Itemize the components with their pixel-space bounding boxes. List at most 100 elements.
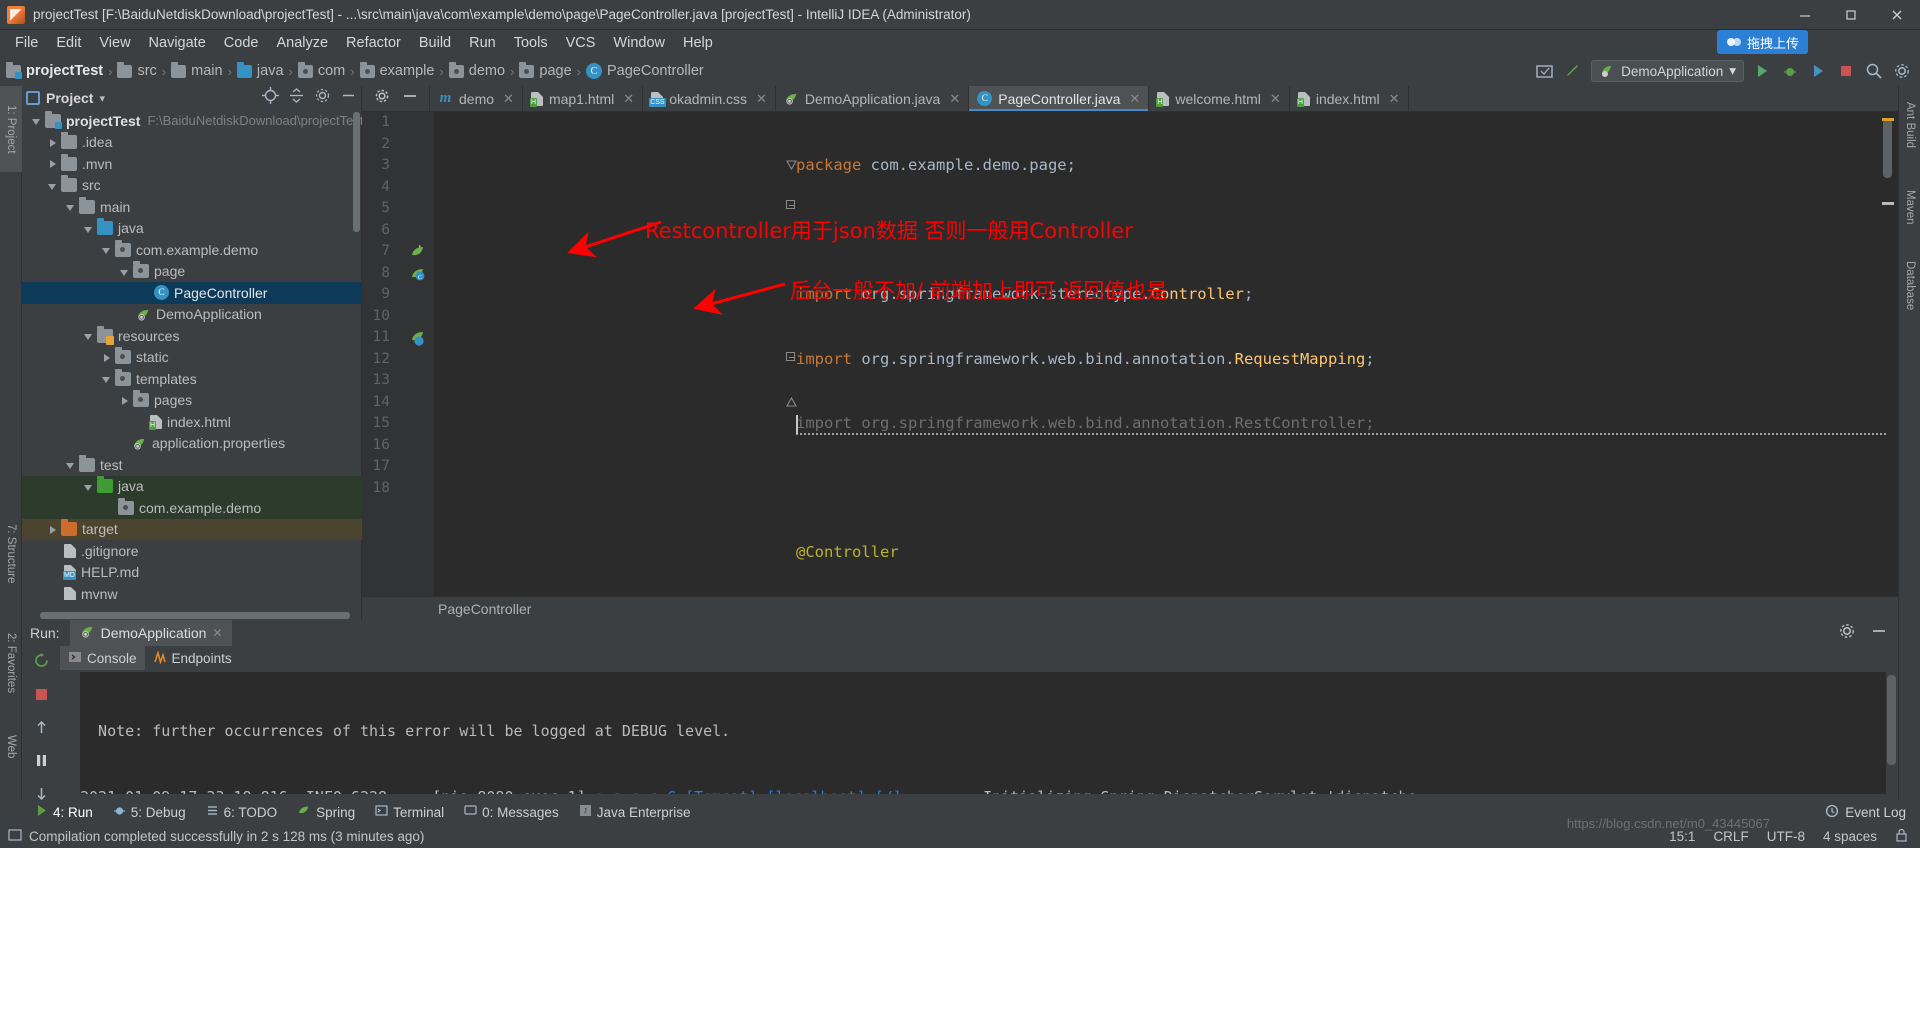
maximize-button[interactable] (1828, 0, 1874, 30)
tree-row-PageController[interactable]: C PageController (22, 282, 362, 304)
settings-pencil-icon[interactable] (1563, 61, 1583, 81)
event-log-button[interactable]: Event Log (1825, 804, 1920, 821)
tool-window-maven[interactable]: Maven (1899, 176, 1920, 238)
fold-icon-imports-end[interactable] (786, 200, 796, 210)
pause-icon[interactable] (34, 753, 49, 773)
editor-tab-PageController-java[interactable]: C PageController.java ✕ (969, 86, 1150, 111)
editor-tab-welcome-html[interactable]: H welcome.html ✕ (1149, 86, 1290, 111)
fold-icon-method[interactable] (786, 352, 796, 362)
chevron-down-icon[interactable] (82, 222, 95, 235)
project-tree[interactable]: projectTest F:\BaiduNetdiskDownload\proj… (22, 110, 362, 600)
spring-mvc-gutter-icon[interactable] (410, 331, 426, 347)
console-vertical-scrollbar[interactable] (1887, 675, 1896, 765)
chevron-down-icon[interactable] (100, 372, 113, 385)
tree-row-projectTest[interactable]: projectTest F:\BaiduNetdiskDownload\proj… (22, 110, 362, 132)
breadcrumb-projectTest[interactable]: projectTest › (6, 61, 117, 79)
fold-icon-method-end[interactable] (786, 394, 797, 407)
chevron-down-icon[interactable] (118, 265, 131, 278)
close-icon[interactable]: ✕ (949, 91, 960, 107)
editor-tab-index-html[interactable]: H index.html ✕ (1290, 86, 1409, 111)
close-icon[interactable]: ✕ (503, 91, 514, 107)
tree-row-templates[interactable]: templates (22, 368, 362, 390)
chevron-right-icon[interactable] (46, 136, 59, 149)
tree-row-index-html[interactable]: H index.html (22, 411, 362, 433)
tool-window-ant-build[interactable]: Ant Build (1899, 86, 1920, 164)
tree-row-main[interactable]: main (22, 196, 362, 218)
chevron-down-icon[interactable] (82, 480, 95, 493)
menu-help[interactable]: Help (674, 33, 722, 53)
close-button[interactable] (1874, 0, 1920, 30)
tree-row-src[interactable]: src (22, 175, 362, 197)
stop-button[interactable] (1836, 61, 1856, 81)
tree-row-mvnw[interactable]: mvnw (22, 583, 362, 600)
menu-run[interactable]: Run (460, 33, 505, 53)
scroll-up-icon[interactable] (34, 720, 49, 740)
tree-row-test[interactable]: test (22, 454, 362, 476)
hide-panel-icon[interactable] (1870, 622, 1888, 645)
tree-row-application-properties[interactable]: application.properties (22, 433, 362, 455)
project-tree-horizontal-scrollbar[interactable] (40, 612, 350, 619)
hide-panel-icon[interactable] (340, 87, 357, 109)
locate-file-icon[interactable] (262, 87, 279, 109)
stop-icon[interactable] (34, 687, 49, 707)
chevron-down-icon[interactable] (46, 179, 59, 192)
rerun-icon[interactable] (33, 652, 50, 674)
menu-code[interactable]: Code (215, 33, 268, 53)
debug-button[interactable] (1780, 61, 1800, 81)
editor-vertical-scrollbar[interactable] (1883, 118, 1892, 178)
settings-gear-icon[interactable] (314, 87, 331, 109)
select-opened-file-icon[interactable] (1535, 61, 1555, 81)
tree-row-java-test[interactable]: java (22, 475, 362, 497)
upload-badge[interactable]: 拖拽上传 (1716, 30, 1808, 54)
settings-gear-icon[interactable] (1892, 61, 1912, 81)
spring-bean-gutter-icon[interactable]: C (410, 266, 426, 282)
error-stripe-mark[interactable] (1882, 118, 1894, 121)
menu-window[interactable]: Window (604, 33, 674, 53)
tree-row-mvn[interactable]: .mvn (22, 153, 362, 175)
close-icon[interactable]: ✕ (1129, 91, 1140, 107)
bottom-tab-terminal[interactable]: Terminal (366, 800, 453, 824)
close-icon[interactable]: ✕ (623, 91, 634, 107)
close-icon[interactable]: ✕ (212, 626, 222, 640)
chevron-down-icon[interactable] (30, 114, 43, 127)
editor-fold-column[interactable] (786, 112, 797, 596)
menu-vcs[interactable]: VCS (557, 33, 605, 53)
error-stripe-mark[interactable] (1882, 202, 1894, 205)
chevron-down-icon[interactable] (82, 329, 95, 342)
tree-row-resources[interactable]: resources (22, 325, 362, 347)
breadcrumb-java[interactable]: java › (236, 61, 298, 79)
menu-build[interactable]: Build (410, 33, 460, 53)
close-icon[interactable]: ✕ (756, 91, 767, 107)
editor-breadcrumb[interactable]: PageController (362, 596, 1898, 620)
tree-row-HELP-md[interactable]: MD HELP.md (22, 562, 362, 584)
run-config-tab[interactable]: DemoApplication ✕ (69, 620, 233, 646)
run-with-coverage-button[interactable] (1808, 61, 1828, 81)
tree-row-DemoApplication[interactable]: DemoApplication (22, 304, 362, 326)
minimize-button[interactable] (1782, 0, 1828, 30)
breadcrumb-PageController[interactable]: C PageController (586, 63, 704, 79)
chevron-right-icon[interactable] (118, 394, 131, 407)
tree-row-com-example-demo-test[interactable]: com.example.demo (22, 497, 362, 519)
close-icon[interactable]: ✕ (1270, 91, 1281, 107)
menu-tools[interactable]: Tools (505, 33, 557, 53)
bottom-tab-java-enterprise[interactable]: J Java Enterprise (570, 800, 700, 824)
tree-row-page[interactable]: page (22, 261, 362, 283)
menu-file[interactable]: File (6, 33, 47, 53)
editor-tab-demo[interactable]: m demo ✕ (430, 86, 523, 111)
tool-window-favorites[interactable]: 2: Favorites (0, 612, 22, 714)
tree-row-static[interactable]: static (22, 347, 362, 369)
menu-edit[interactable]: Edit (47, 33, 90, 53)
breadcrumb-main[interactable]: main › (171, 61, 237, 79)
bottom-tab-debug[interactable]: 5: Debug (104, 800, 195, 824)
settings-gear-icon[interactable] (1838, 622, 1856, 645)
collapse-all-icon[interactable] (288, 87, 305, 109)
tree-row-com-example-demo[interactable]: com.example.demo (22, 239, 362, 261)
breadcrumb-demo[interactable]: demo › (448, 61, 520, 79)
lock-icon[interactable] (1895, 828, 1908, 845)
chevron-down-icon[interactable] (100, 243, 113, 256)
search-icon[interactable] (1864, 61, 1884, 81)
breadcrumb-src[interactable]: src › (117, 61, 171, 79)
tool-window-web[interactable]: Web (0, 726, 22, 768)
tree-row-target[interactable]: target (22, 518, 362, 540)
menu-analyze[interactable]: Analyze (267, 33, 337, 53)
